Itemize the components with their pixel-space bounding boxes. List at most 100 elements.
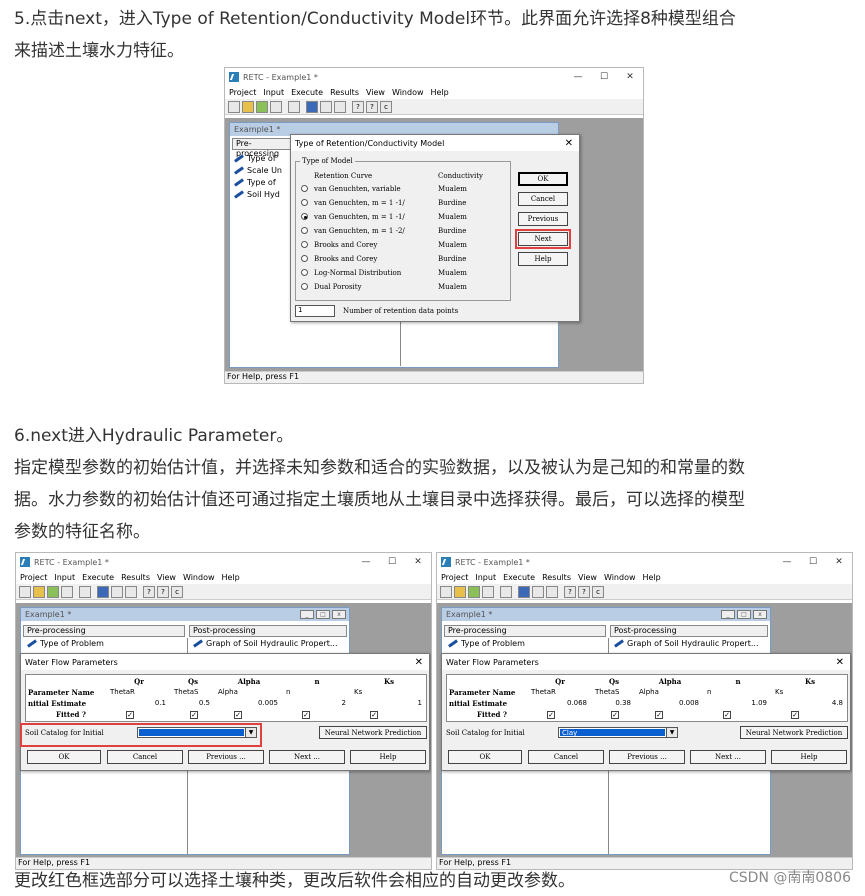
minimize-icon[interactable]: — xyxy=(774,557,800,567)
help-icon[interactable]: ? xyxy=(564,585,576,598)
tree-item-graph[interactable]: Graph of Soil Hydraulic Propert... xyxy=(614,639,759,648)
initial-estimate-cell[interactable]: 0.008 xyxy=(637,698,699,709)
model-option-radio[interactable] xyxy=(301,213,308,220)
new-file-icon[interactable] xyxy=(228,100,240,113)
copyright-icon[interactable]: c xyxy=(380,100,392,113)
menu-help[interactable]: Help xyxy=(431,88,449,97)
soil-catalog-select[interactable]: Clay ▼ xyxy=(558,727,678,738)
ok-button[interactable]: OK xyxy=(518,172,568,186)
parameter-name-cell[interactable]: Alpha xyxy=(639,687,705,698)
menu-results[interactable]: Results xyxy=(330,88,359,97)
tile-icon[interactable] xyxy=(97,585,109,598)
menu-project[interactable]: Project xyxy=(229,88,256,97)
cancel-button[interactable]: Cancel xyxy=(107,750,183,764)
help-icon[interactable]: ? xyxy=(143,585,155,598)
model-option-radio[interactable] xyxy=(301,255,308,262)
maximize-icon[interactable]: ☐ xyxy=(379,557,405,567)
cascade-icon[interactable] xyxy=(111,585,123,598)
save-icon[interactable] xyxy=(270,100,282,113)
tree-item-graph[interactable]: Graph of Soil Hydraulic Propert... xyxy=(193,639,338,648)
model-option-radio[interactable] xyxy=(301,283,308,290)
fitted-checkbox[interactable]: ✓ xyxy=(370,711,378,719)
menu-view[interactable]: View xyxy=(578,573,597,582)
edit-icon[interactable] xyxy=(79,585,91,598)
fitted-checkbox[interactable]: ✓ xyxy=(302,711,310,719)
fitted-checkbox[interactable]: ✓ xyxy=(791,711,799,719)
model-option-radio[interactable] xyxy=(301,227,308,234)
help-button[interactable]: Help xyxy=(350,750,426,764)
close-icon[interactable]: ✕ xyxy=(415,657,423,668)
window-icon[interactable] xyxy=(334,100,346,113)
menu-results[interactable]: Results xyxy=(542,573,571,582)
initial-estimate-cell[interactable]: 0.38 xyxy=(593,698,631,709)
fitted-checkbox[interactable]: ✓ xyxy=(234,711,242,719)
next-button[interactable]: Next ... xyxy=(269,750,345,764)
cancel-button[interactable]: Cancel xyxy=(528,750,604,764)
open-project-icon[interactable] xyxy=(256,100,268,113)
menu-help[interactable]: Help xyxy=(643,573,661,582)
parameter-name-cell[interactable]: Ks xyxy=(775,687,849,698)
context-help-icon[interactable]: ? xyxy=(157,585,169,598)
edit-icon[interactable] xyxy=(288,100,300,113)
new-file-icon[interactable] xyxy=(19,585,31,598)
minimize-icon[interactable]: — xyxy=(353,557,379,567)
parameter-name-cell[interactable]: ThetaS xyxy=(174,687,216,698)
menu-input[interactable]: Input xyxy=(475,573,496,582)
tree-item-soil-hydraulic[interactable]: Soil Hyd xyxy=(234,190,280,199)
close-icon[interactable]: ✕ xyxy=(617,72,643,82)
menu-input[interactable]: Input xyxy=(263,88,284,97)
initial-estimate-cell[interactable]: 1 xyxy=(352,698,422,709)
parameter-name-cell[interactable]: n xyxy=(707,687,773,698)
open-project-icon[interactable] xyxy=(47,585,59,598)
parameter-name-cell[interactable]: ThetaR xyxy=(110,687,172,698)
window-icon[interactable] xyxy=(546,585,558,598)
close-icon[interactable]: x xyxy=(753,610,767,619)
model-option-radio[interactable] xyxy=(301,199,308,206)
context-help-icon[interactable]: ? xyxy=(366,100,378,113)
parameter-name-cell[interactable]: n xyxy=(286,687,352,698)
cancel-button[interactable]: Cancel xyxy=(518,192,568,206)
menu-execute[interactable]: Execute xyxy=(291,88,323,97)
context-help-icon[interactable]: ? xyxy=(578,585,590,598)
menu-project[interactable]: Project xyxy=(441,573,468,582)
save-icon[interactable] xyxy=(61,585,73,598)
neural-network-button[interactable]: Neural Network Prediction xyxy=(740,726,848,739)
tree-item-type-of-problem[interactable]: Type of Problem xyxy=(27,639,104,648)
maximize-icon[interactable]: ☐ xyxy=(591,72,617,82)
edit-icon[interactable] xyxy=(500,585,512,598)
cascade-icon[interactable] xyxy=(320,100,332,113)
minimize-icon[interactable]: _ xyxy=(300,610,314,619)
ok-button[interactable]: OK xyxy=(448,750,522,764)
save-icon[interactable] xyxy=(482,585,494,598)
open-folder-icon[interactable] xyxy=(242,100,254,113)
ok-button[interactable]: OK xyxy=(27,750,101,764)
parameter-name-cell[interactable]: ThetaS xyxy=(595,687,637,698)
help-button[interactable]: Help xyxy=(518,252,568,266)
maximize-icon[interactable]: □ xyxy=(737,610,751,619)
initial-estimate-cell[interactable]: 0.068 xyxy=(529,698,587,709)
window-icon[interactable] xyxy=(125,585,137,598)
tree-item-type-of-problem[interactable]: Type of Problem xyxy=(448,639,525,648)
menu-window[interactable]: Window xyxy=(392,88,424,97)
menu-window[interactable]: Window xyxy=(183,573,215,582)
maximize-icon[interactable]: ☐ xyxy=(800,557,826,567)
chevron-down-icon[interactable]: ▼ xyxy=(666,728,677,737)
initial-estimate-cell[interactable]: 4.8 xyxy=(773,698,843,709)
menu-results[interactable]: Results xyxy=(121,573,150,582)
menu-execute[interactable]: Execute xyxy=(82,573,114,582)
menu-input[interactable]: Input xyxy=(54,573,75,582)
fitted-checkbox[interactable]: ✓ xyxy=(126,711,134,719)
maximize-icon[interactable]: □ xyxy=(316,610,330,619)
parameter-name-cell[interactable]: ThetaR xyxy=(531,687,593,698)
tree-item-type-of-problem[interactable]: Type of xyxy=(234,154,276,163)
menu-help[interactable]: Help xyxy=(222,573,240,582)
cascade-icon[interactable] xyxy=(532,585,544,598)
menu-project[interactable]: Project xyxy=(20,573,47,582)
initial-estimate-cell[interactable]: 0.5 xyxy=(172,698,210,709)
help-icon[interactable]: ? xyxy=(352,100,364,113)
initial-estimate-cell[interactable]: 1.09 xyxy=(705,698,767,709)
parameter-name-cell[interactable]: Alpha xyxy=(218,687,284,698)
fitted-checkbox[interactable]: ✓ xyxy=(723,711,731,719)
menu-view[interactable]: View xyxy=(366,88,385,97)
menu-window[interactable]: Window xyxy=(604,573,636,582)
